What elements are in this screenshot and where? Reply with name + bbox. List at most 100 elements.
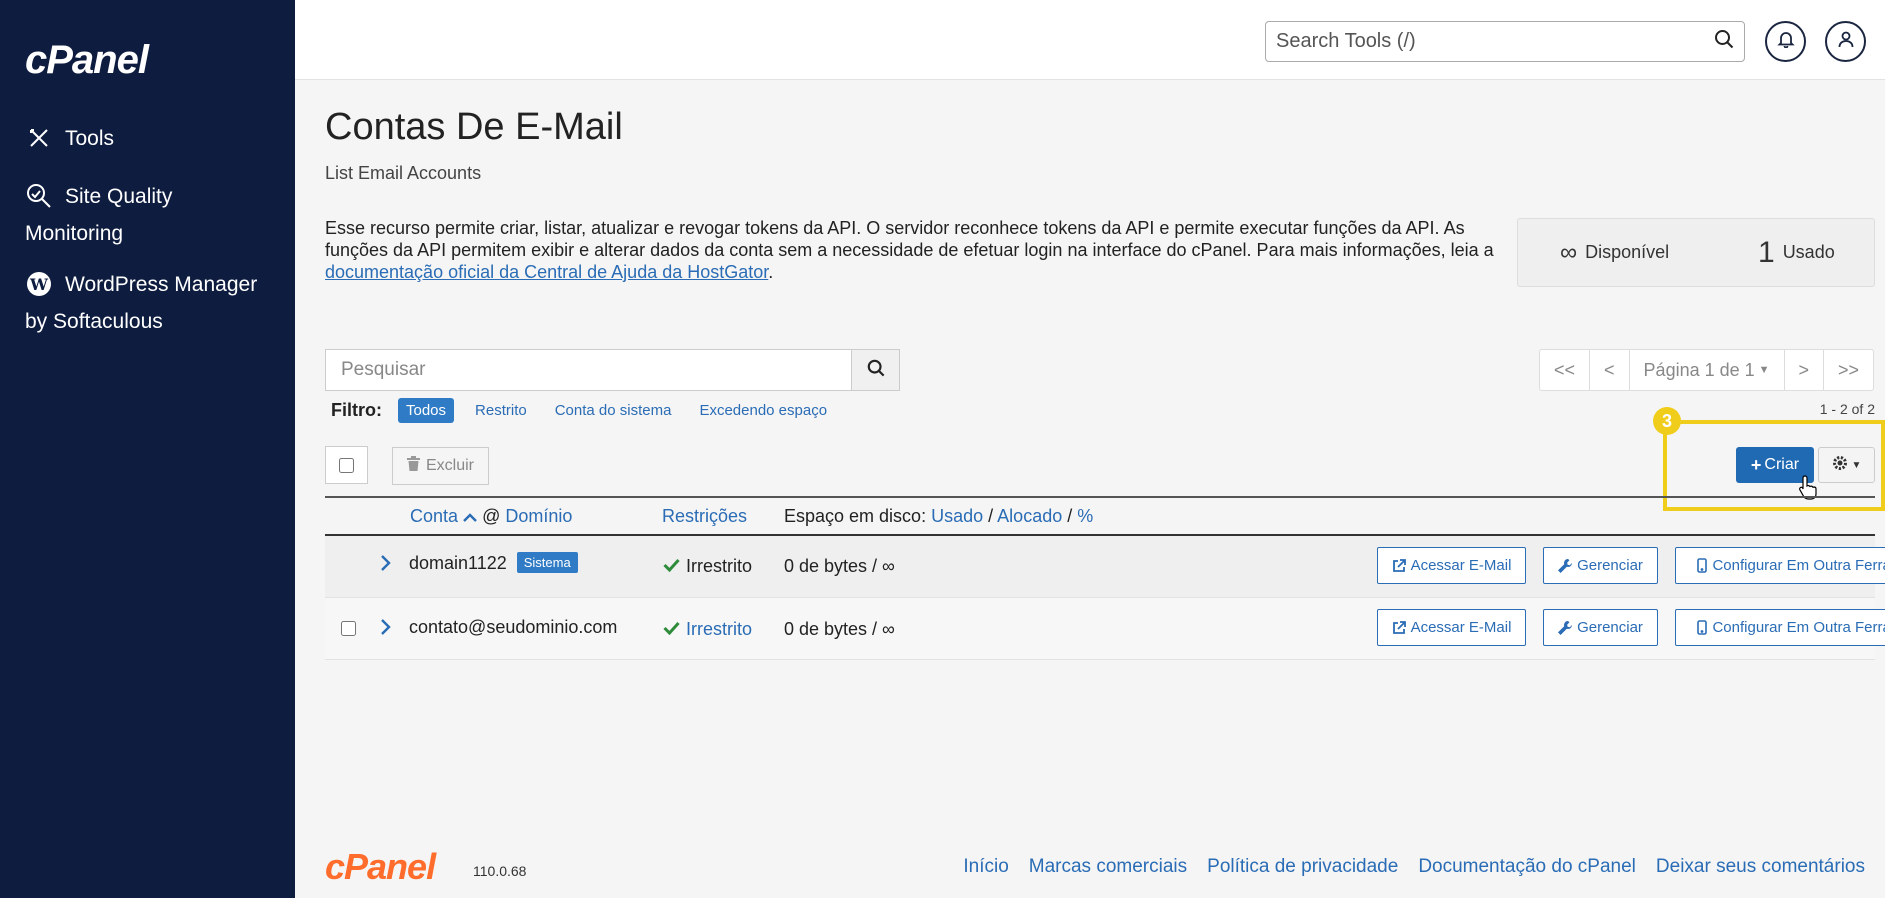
configurar-button[interactable]: Configurar Em Outra Ferramenta: [1675, 609, 1885, 646]
notifications-button[interactable]: [1765, 21, 1806, 62]
annotation-badge: 3: [1653, 407, 1681, 435]
sidebar-item-label-2: by Softaculous: [25, 310, 163, 333]
sort-conta[interactable]: Conta: [410, 506, 458, 526]
header-conta-group: Conta @ Domínio: [410, 506, 573, 526]
description-text: Esse recurso permite criar, listar, atua…: [325, 218, 1494, 260]
footer-link-inicio[interactable]: Início: [963, 856, 1008, 878]
bell-icon: [1776, 30, 1795, 53]
sidebar-item-site-quality[interactable]: Site Quality Monitoring: [25, 178, 275, 252]
restriction-cell: Irrestrito: [663, 619, 752, 640]
pagination: << < Página 1 de 1 ▼ > >>: [1539, 349, 1875, 391]
check-icon: [663, 619, 680, 640]
footer-cpanel-logo[interactable]: cPanel: [325, 846, 436, 888]
table-row: domain1122 Sistema Irrestrito 0 de bytes …: [325, 536, 1885, 598]
row-checkbox-wrap: [341, 620, 356, 641]
sidebar-item-label: Site Quality: [65, 185, 173, 208]
sort-restricoes[interactable]: Restrições: [662, 506, 747, 527]
sort-dominio[interactable]: Domínio: [505, 506, 572, 526]
excluir-button[interactable]: Excluir: [392, 447, 489, 485]
available-label: Disponível: [1585, 242, 1670, 262]
footer-link-privacidade[interactable]: Política de privacidade: [1207, 856, 1398, 878]
filter-restrito[interactable]: Restrito: [475, 402, 527, 419]
row-checkbox[interactable]: [341, 621, 356, 636]
gerenciar-button[interactable]: Gerenciar: [1543, 609, 1658, 646]
expand-chevron-icon[interactable]: [380, 554, 392, 577]
sidebar-item-wordpress[interactable]: W WordPress Manager by Softaculous: [25, 266, 285, 340]
available-value: ∞: [1560, 238, 1578, 266]
email-accounts-table: Conta @ Domínio Restrições Espaço em dis…: [325, 496, 1885, 660]
pager-next[interactable]: >: [1785, 350, 1825, 390]
stat-used: 1 Usado: [1758, 219, 1835, 286]
account-name: contato@seudominio.com: [409, 617, 618, 637]
sort-alocado[interactable]: Alocado: [997, 506, 1062, 526]
disk-usage: 0 de bytes / ∞: [784, 556, 895, 576]
cpanel-logo[interactable]: cPanel: [25, 38, 149, 83]
main-content: Contas De E-Mail List Email Accounts Ess…: [295, 81, 1885, 898]
sort-usado[interactable]: Usado: [931, 506, 983, 526]
sidebar-item-tools[interactable]: Tools: [25, 120, 114, 157]
user-icon: [1837, 30, 1855, 53]
used-value: 1: [1758, 235, 1775, 269]
pager-last[interactable]: >>: [1824, 350, 1873, 390]
select-all-checkbox[interactable]: [339, 457, 354, 473]
gerenciar-button[interactable]: Gerenciar: [1543, 547, 1658, 584]
sidebar-item-label-2: Monitoring: [25, 222, 124, 245]
pager-first[interactable]: <<: [1540, 350, 1591, 390]
search-tools-box[interactable]: [1265, 21, 1745, 62]
account-name: domain1122 Sistema: [409, 552, 578, 574]
top-header: [295, 0, 1885, 80]
footer-link-documentacao[interactable]: Documentação do cPanel: [1418, 856, 1636, 878]
search-icon[interactable]: [1714, 29, 1734, 54]
sort-asc-icon: [463, 506, 477, 526]
sort-percent[interactable]: %: [1077, 506, 1093, 526]
restriction-cell: Irrestrito: [663, 556, 752, 577]
caret-down-icon: ▼: [1758, 364, 1770, 376]
pager-prev[interactable]: <: [1590, 350, 1630, 390]
wordpress-icon: W: [25, 270, 53, 298]
mobile-icon: [1697, 620, 1708, 635]
user-menu-button[interactable]: [1825, 21, 1866, 62]
mobile-icon: [1697, 558, 1708, 573]
restriction-link[interactable]: Irrestrito: [686, 619, 752, 640]
tools-icon: [25, 124, 53, 152]
account-search-input[interactable]: [326, 350, 851, 390]
footer-link-comentarios[interactable]: Deixar seus comentários: [1656, 856, 1865, 878]
stat-available: ∞ Disponível: [1560, 219, 1669, 286]
sidebar: cPanel Tools Site Quality Monitoring W W…: [0, 0, 295, 898]
page-subtitle: List Email Accounts: [325, 163, 482, 183]
acessar-email-button[interactable]: Acessar E-Mail: [1377, 609, 1526, 646]
external-link-icon: [1392, 620, 1406, 634]
configurar-button[interactable]: Configurar Em Outra Ferramenta: [1675, 547, 1885, 584]
acessar-email-button[interactable]: Acessar E-Mail: [1377, 547, 1526, 584]
check-icon: [663, 556, 680, 577]
sidebar-item-label: WordPress Manager: [65, 273, 258, 296]
page-description: Esse recurso permite criar, listar, atua…: [325, 218, 1494, 282]
used-label: Usado: [1782, 242, 1835, 262]
page-title: Contas De E-Mail: [325, 106, 623, 148]
pager-page-select[interactable]: Página 1 de 1 ▼: [1630, 350, 1785, 390]
expand-chevron-icon[interactable]: [380, 618, 392, 641]
hostgator-docs-link[interactable]: documentação oficial da Central de Ajuda…: [325, 262, 768, 282]
trash-icon: [406, 456, 420, 476]
result-range: 1 - 2 of 2: [1819, 401, 1875, 417]
filter-conta-sistema[interactable]: Conta do sistema: [555, 402, 672, 419]
sidebar-item-label: Tools: [65, 127, 115, 150]
stats-panel: ∞ Disponível 1 Usado: [1517, 218, 1875, 287]
search-icon: [867, 359, 885, 382]
site-quality-icon: [25, 182, 53, 210]
wrench-icon: [1558, 620, 1573, 635]
table-header: Conta @ Domínio Restrições Espaço em dis…: [325, 496, 1875, 536]
filter-label: Filtro:: [331, 400, 382, 420]
sistema-badge: Sistema: [516, 552, 578, 573]
search-tools-input[interactable]: [1276, 30, 1714, 53]
filter-todos[interactable]: Todos: [398, 398, 455, 423]
svg-text:W: W: [29, 275, 49, 294]
footer-link-marcas[interactable]: Marcas comerciais: [1029, 856, 1187, 878]
header-disk-group: Espaço em disco: Usado / Alocado / %: [784, 506, 1094, 526]
account-search-button[interactable]: [851, 350, 899, 390]
wrench-icon: [1558, 558, 1573, 573]
filter-excedendo-espaco[interactable]: Excedendo espaço: [699, 402, 827, 419]
account-search: [325, 349, 900, 391]
footer: cPanel 110.0.68 Início Marcas comerciais…: [325, 846, 1875, 888]
cpanel-version: 110.0.68: [473, 863, 527, 879]
